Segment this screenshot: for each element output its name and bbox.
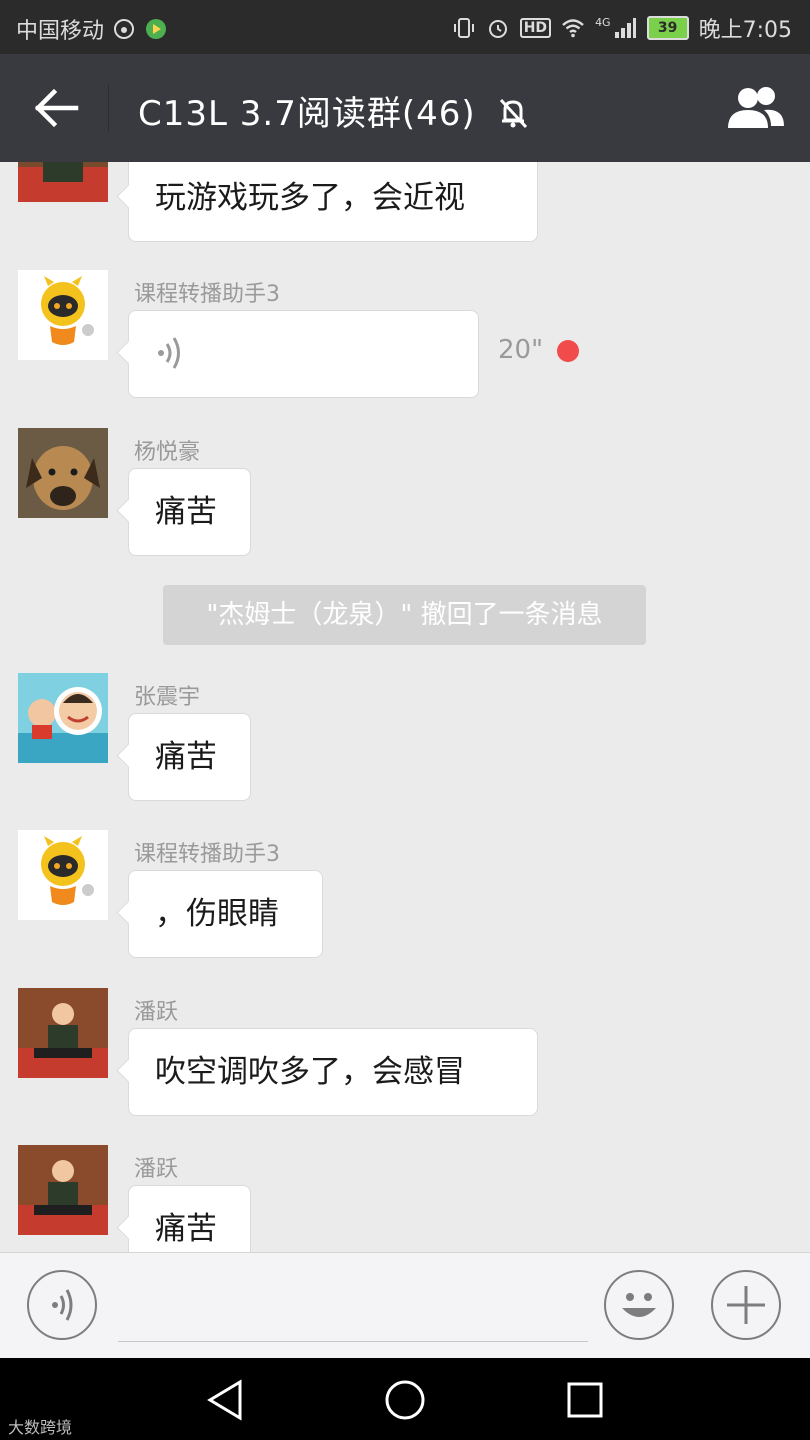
message-bubble[interactable]: 玩游戏玩多了，会近视 xyxy=(128,162,538,242)
group-members-icon[interactable] xyxy=(724,82,788,134)
avatar[interactable] xyxy=(18,830,108,920)
emoji-button[interactable] xyxy=(604,1270,674,1340)
avatar[interactable] xyxy=(18,673,108,763)
sender-name: 张震宇 xyxy=(134,685,201,710)
message-text: 吹空调吹多了，会感冒 xyxy=(155,1054,465,1090)
avatar[interactable] xyxy=(18,1145,108,1235)
group-chat-title: C13L 3.7阅读群(46) xyxy=(138,94,476,134)
input-bar xyxy=(0,1252,810,1358)
title-bar: C13L 3.7阅读群(46) xyxy=(0,54,810,162)
sender-name: 课程转播助手3 xyxy=(134,842,280,867)
sender-name: 潘跃 xyxy=(134,1000,179,1025)
avatar[interactable] xyxy=(18,988,108,1078)
avatar[interactable] xyxy=(18,162,108,202)
voice-duration: 20" xyxy=(498,335,544,365)
battery-level: 39 xyxy=(646,16,689,40)
sender-name: 杨悦豪 xyxy=(134,440,201,465)
clock: 晚上7:05 xyxy=(698,18,792,43)
avatar[interactable] xyxy=(18,270,108,360)
message-text: 痛苦 xyxy=(155,1211,217,1247)
voice-message-bubble[interactable] xyxy=(128,310,479,398)
hd-badge: HD xyxy=(519,18,552,38)
alarm-icon xyxy=(488,20,507,38)
message-bubble[interactable]: 痛苦 xyxy=(128,468,251,556)
plus-icon xyxy=(727,1286,765,1324)
network-type-label: 4G xyxy=(595,16,611,29)
triangle-back-icon[interactable] xyxy=(204,1378,248,1422)
status-bar: 中国移动 HD 4G 39 晚上7:05 xyxy=(0,0,810,54)
message-input[interactable] xyxy=(118,1273,588,1342)
sender-name: 课程转播助手3 xyxy=(134,282,280,307)
message-bubble[interactable]: ，伤眼睛 xyxy=(128,870,323,958)
carrier-name: 中国移动 xyxy=(16,19,105,44)
voice-wave-icon xyxy=(158,336,180,369)
square-recent-icon[interactable] xyxy=(563,1378,607,1422)
message-bubble[interactable]: 痛苦 xyxy=(128,1185,251,1252)
message-bubble[interactable]: 吹空调吹多了，会感冒 xyxy=(128,1028,538,1116)
weibo-notification-icon xyxy=(114,19,135,39)
page-title: C13L 3.7阅读群(46) xyxy=(138,86,531,135)
watermark: 大数跨境 xyxy=(8,1418,73,1437)
vibrate-icon xyxy=(453,18,474,38)
system-navigation-bar xyxy=(0,1358,810,1440)
circle-home-icon[interactable] xyxy=(383,1378,427,1422)
title-divider xyxy=(108,84,109,132)
play-notification-icon xyxy=(146,19,167,39)
arrow-left-icon[interactable] xyxy=(30,82,82,134)
avatar[interactable] xyxy=(18,428,108,518)
more-options-button[interactable] xyxy=(711,1270,781,1340)
recall-notice: "杰姆士（龙泉）" 撤回了一条消息 xyxy=(163,585,646,645)
voice-input-icon xyxy=(52,1289,73,1321)
emoji-icon xyxy=(622,1293,656,1317)
message-text: 玩游戏玩多了，会近视 xyxy=(155,180,465,216)
message-text: ，伤眼睛 xyxy=(155,896,279,932)
bell-muted-icon xyxy=(500,98,528,129)
unread-dot xyxy=(557,340,579,362)
message-text: 痛苦 xyxy=(155,739,217,775)
message-bubble[interactable]: 痛苦 xyxy=(128,713,251,801)
chat-message-list[interactable]: 玩游戏玩多了，会近视 课程转播助手3 20" 杨悦豪 痛苦 "杰姆士（龙泉）" … xyxy=(0,162,810,1252)
message-text: 痛苦 xyxy=(155,494,217,530)
voice-input-button[interactable] xyxy=(27,1270,97,1340)
sender-name: 潘跃 xyxy=(134,1157,179,1182)
wifi-icon xyxy=(562,19,584,38)
signal-icon xyxy=(614,18,636,38)
